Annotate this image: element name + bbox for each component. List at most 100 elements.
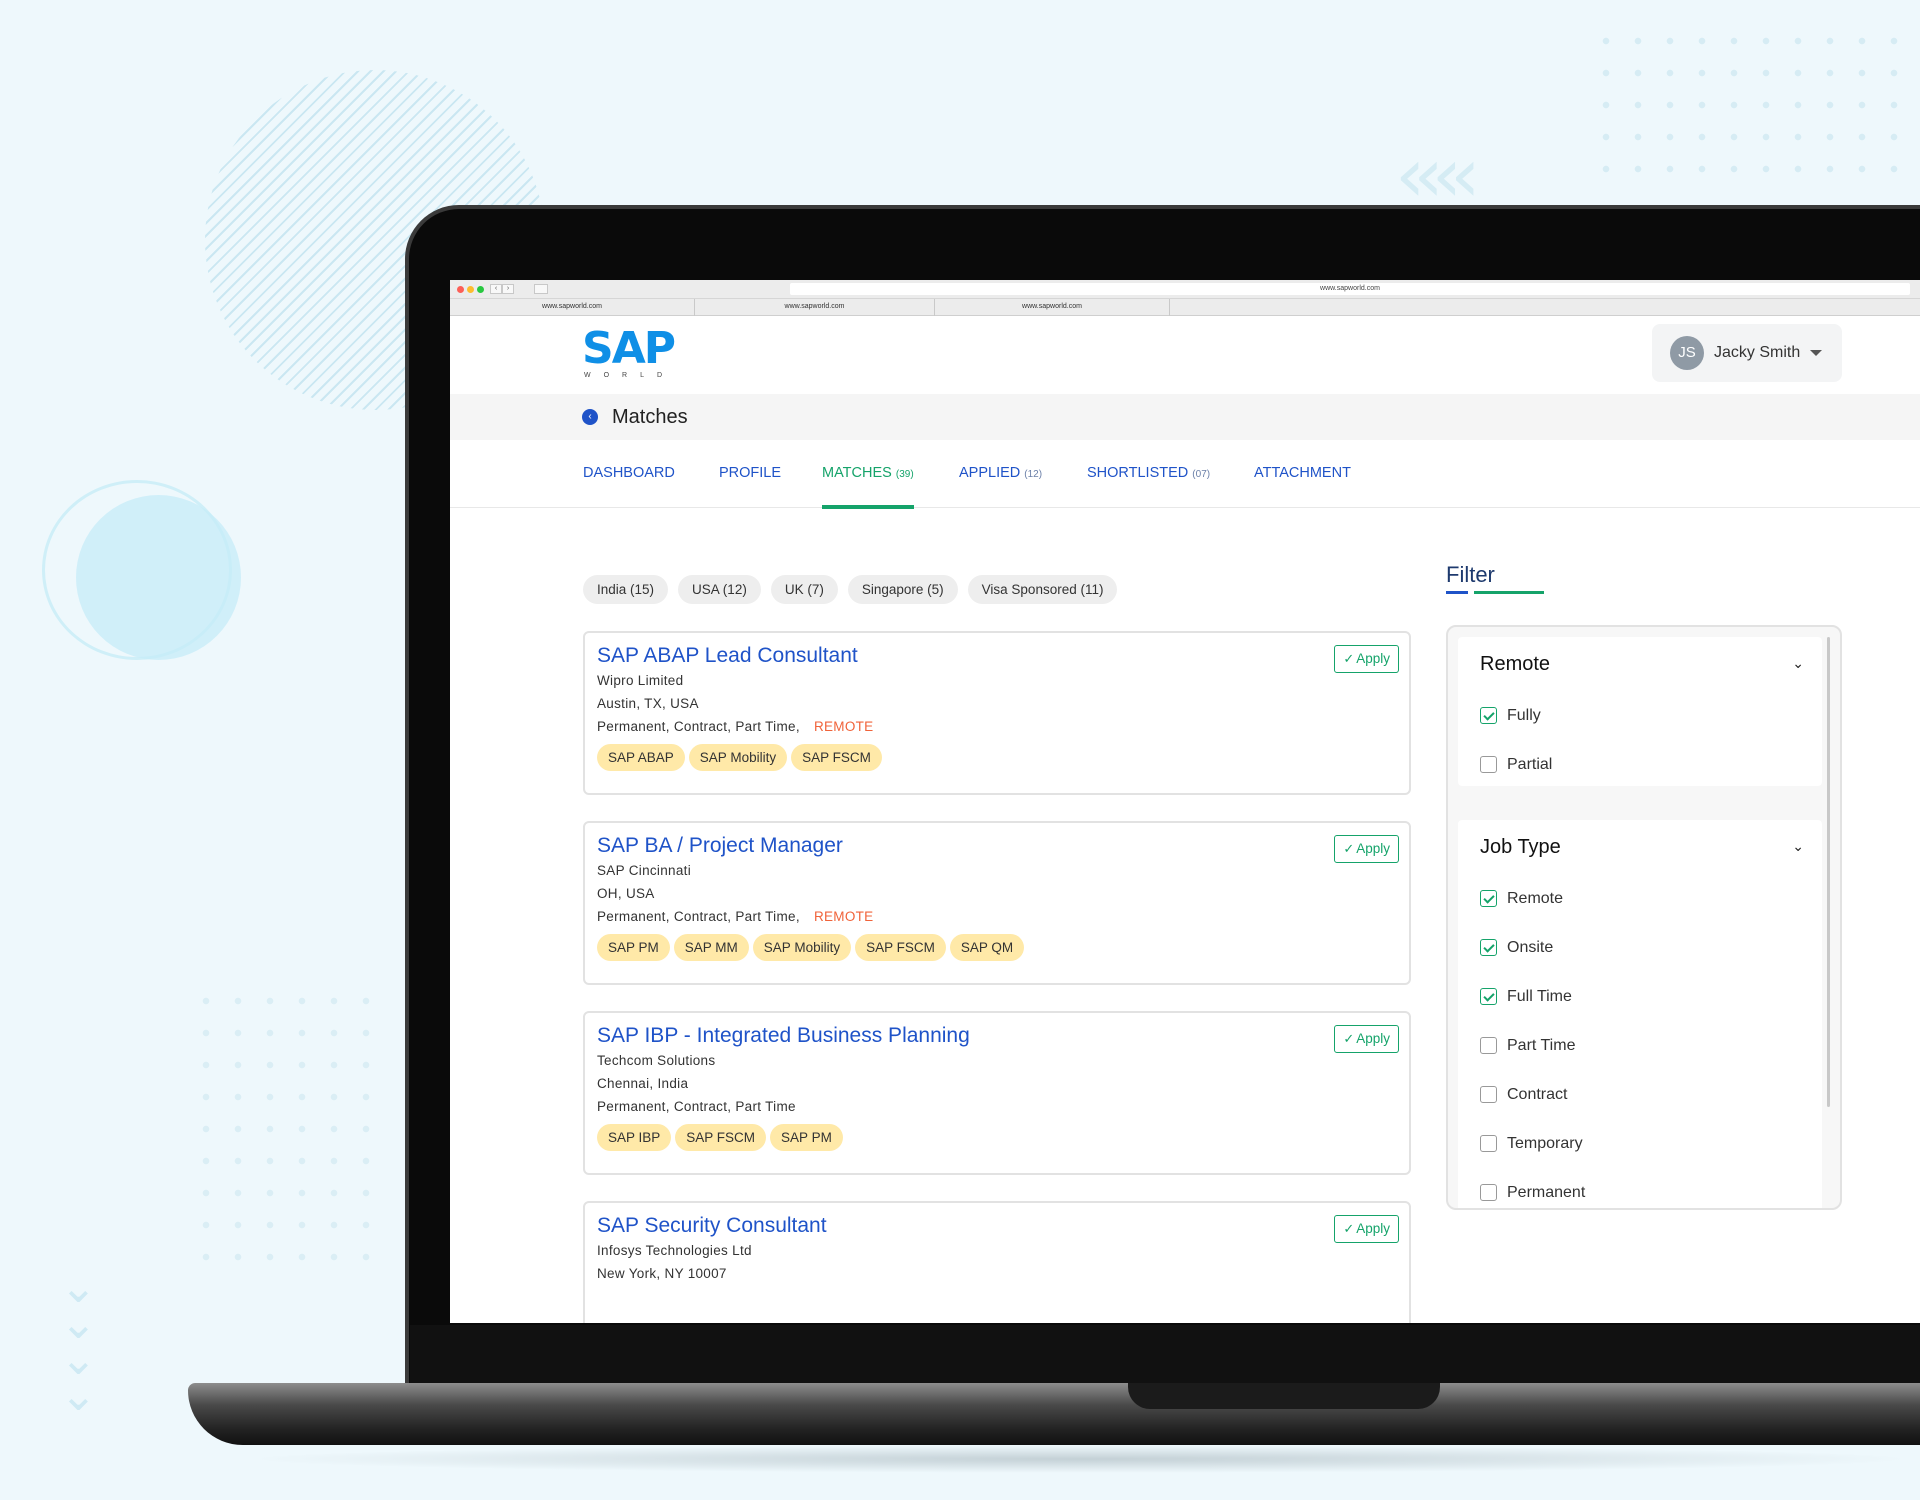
caret-down-icon: [1810, 350, 1823, 356]
chip-singapore[interactable]: Singapore (5): [847, 575, 958, 604]
job-card[interactable]: SAP Security Consultant Infosys Technolo…: [583, 1201, 1411, 1323]
filter-title-underline: [1446, 591, 1544, 594]
job-types: Permanent, Contract, Part Time, REMOTE: [597, 719, 874, 734]
check-icon: ✓: [1343, 1222, 1355, 1237]
check-icon: ✓: [1343, 842, 1355, 857]
apply-button[interactable]: ✓ Apply: [1334, 1215, 1399, 1243]
address-bar[interactable]: www.sapworld.com: [790, 283, 1910, 295]
skill-tag[interactable]: SAP IBP: [597, 1124, 672, 1151]
job-title[interactable]: SAP ABAP Lead Consultant: [597, 643, 1397, 669]
chip-uk[interactable]: UK (7): [770, 575, 838, 604]
apply-button[interactable]: ✓ Apply: [1334, 1025, 1399, 1053]
filter-option[interactable]: Full Time: [1458, 972, 1822, 1021]
checkbox[interactable]: [1480, 1135, 1497, 1152]
filter-option[interactable]: Remote: [1458, 874, 1822, 923]
filter-option[interactable]: Part Time: [1458, 1021, 1822, 1070]
chip-visa-sponsored[interactable]: Visa Sponsored (11): [967, 575, 1118, 604]
checkbox[interactable]: [1480, 1037, 1497, 1054]
job-title[interactable]: SAP IBP - Integrated Business Planning: [597, 1023, 1397, 1049]
user-name: Jacky Smith: [1714, 344, 1801, 361]
skill-tag[interactable]: SAP Mobility: [688, 744, 788, 771]
sap-world-logo[interactable]: SAP WORLD: [582, 326, 676, 380]
tab-applied[interactable]: APPLIED (12): [959, 465, 1042, 505]
tab-count: (12): [1024, 469, 1043, 480]
job-title[interactable]: SAP BA / Project Manager: [597, 833, 1397, 859]
filter-option[interactable]: Permanent: [1458, 1168, 1822, 1208]
skill-tag[interactable]: SAP ABAP: [597, 744, 685, 771]
skill-tag[interactable]: SAP QM: [949, 934, 1025, 961]
tab-dashboard[interactable]: DASHBOARD: [583, 465, 675, 505]
back-nav-icon[interactable]: ‹: [490, 284, 502, 294]
skill-tag[interactable]: SAP FSCM: [855, 934, 946, 961]
filter-section-header[interactable]: Remote ⌄: [1458, 637, 1822, 691]
filter-section-header[interactable]: Job Type ⌄: [1458, 820, 1822, 874]
filter-option[interactable]: Fully: [1458, 691, 1822, 740]
laptop-bezel-bottom: [410, 1325, 1920, 1383]
skill-tag[interactable]: SAP FSCM: [675, 1124, 767, 1151]
job-types: Permanent, Contract, Part Time: [597, 1099, 796, 1114]
checkbox-checked[interactable]: [1480, 890, 1497, 907]
laptop-screen: ‹ › www.sapworld.com www.sapworld.com ww…: [450, 280, 1920, 1323]
browser-tab[interactable]: www.sapworld.com: [935, 299, 1170, 316]
job-card[interactable]: SAP ABAP Lead Consultant Wipro Limited A…: [583, 631, 1411, 795]
checkbox[interactable]: [1480, 1086, 1497, 1103]
checkbox-checked[interactable]: [1480, 707, 1497, 724]
job-location: OH, USA: [597, 886, 655, 901]
skill-tag[interactable]: SAP Mobility: [752, 934, 852, 961]
job-company: Wipro Limited: [597, 673, 684, 688]
chevron-down-icon: ⌄: [1792, 839, 1804, 855]
chip-usa[interactable]: USA (12): [678, 575, 761, 604]
job-company: Techcom Solutions: [597, 1053, 716, 1068]
tab-attachment[interactable]: ATTACHMENT: [1254, 465, 1351, 505]
filter-title: Filter: [1446, 562, 1495, 587]
checkbox-checked[interactable]: [1480, 988, 1497, 1005]
apply-button[interactable]: ✓ Apply: [1334, 835, 1399, 863]
browser-tab[interactable]: www.sapworld.com: [450, 299, 695, 316]
checkbox[interactable]: [1480, 1184, 1497, 1201]
dot-grid-decoration: [190, 985, 370, 1275]
laptop-shadow: [240, 1445, 1920, 1473]
down-chevrons-decoration: ⌄ ⌄ ⌄ ⌄: [60, 1262, 97, 1421]
dot-grid-decoration: [1590, 25, 1920, 185]
skill-tags: SAP PM SAP MM SAP Mobility SAP FSCM SAP …: [597, 934, 1397, 961]
filter-option[interactable]: Temporary: [1458, 1119, 1822, 1168]
skill-tag[interactable]: SAP MM: [673, 934, 749, 961]
tab-shortlisted[interactable]: SHORTLISTED (07): [1087, 465, 1210, 505]
checkbox[interactable]: [1480, 756, 1497, 773]
chevron-down-icon: ⌄: [1792, 656, 1804, 672]
app-header: SAP WORLD JS Jacky Smith: [450, 316, 1920, 394]
browser-tab[interactable]: www.sapworld.com: [695, 299, 935, 316]
sidebar-toggle-icon[interactable]: [534, 284, 548, 294]
job-location: New York, NY 10007: [597, 1266, 727, 1281]
user-menu[interactable]: JS Jacky Smith: [1652, 324, 1842, 382]
laptop-base: [188, 1383, 1920, 1445]
checkbox-checked[interactable]: [1480, 939, 1497, 956]
filter-option[interactable]: Contract: [1458, 1070, 1822, 1119]
maximize-window-button[interactable]: [477, 286, 484, 293]
chip-india[interactable]: India (15): [583, 575, 669, 604]
minimize-window-button[interactable]: [467, 286, 474, 293]
tab-profile[interactable]: PROFILE: [719, 465, 781, 505]
skill-tag[interactable]: SAP FSCM: [791, 744, 882, 771]
skill-tags: SAP ABAP SAP Mobility SAP FSCM: [597, 744, 1397, 771]
page-subheader: ‹ Matches: [450, 394, 1920, 440]
filter-option[interactable]: Onsite: [1458, 923, 1822, 972]
job-card[interactable]: SAP IBP - Integrated Business Planning T…: [583, 1011, 1411, 1175]
job-company: Infosys Technologies Ltd: [597, 1243, 752, 1258]
job-card[interactable]: SAP BA / Project Manager SAP Cincinnati …: [583, 821, 1411, 985]
back-arrow-icon[interactable]: ‹: [582, 409, 598, 425]
forward-nav-icon[interactable]: ›: [502, 284, 514, 294]
remote-label: REMOTE: [813, 909, 874, 924]
filter-option[interactable]: Partial: [1458, 740, 1822, 789]
page-title: Matches: [612, 405, 688, 428]
remote-label: REMOTE: [813, 719, 874, 734]
skill-tag[interactable]: SAP PM: [597, 934, 670, 961]
job-title[interactable]: SAP Security Consultant: [597, 1213, 1397, 1239]
close-window-button[interactable]: [457, 286, 464, 293]
skill-tag[interactable]: SAP PM: [770, 1124, 843, 1151]
skill-tags: SAP IBP SAP FSCM SAP PM: [597, 1124, 1397, 1151]
filter-scrollbar[interactable]: [1827, 637, 1830, 1107]
tab-matches[interactable]: MATCHES (39): [822, 465, 914, 509]
apply-button[interactable]: ✓ Apply: [1334, 645, 1399, 673]
filter-panel: Remote ⌄ Fully Partial Job Type ⌄ Remote: [1446, 625, 1842, 1210]
